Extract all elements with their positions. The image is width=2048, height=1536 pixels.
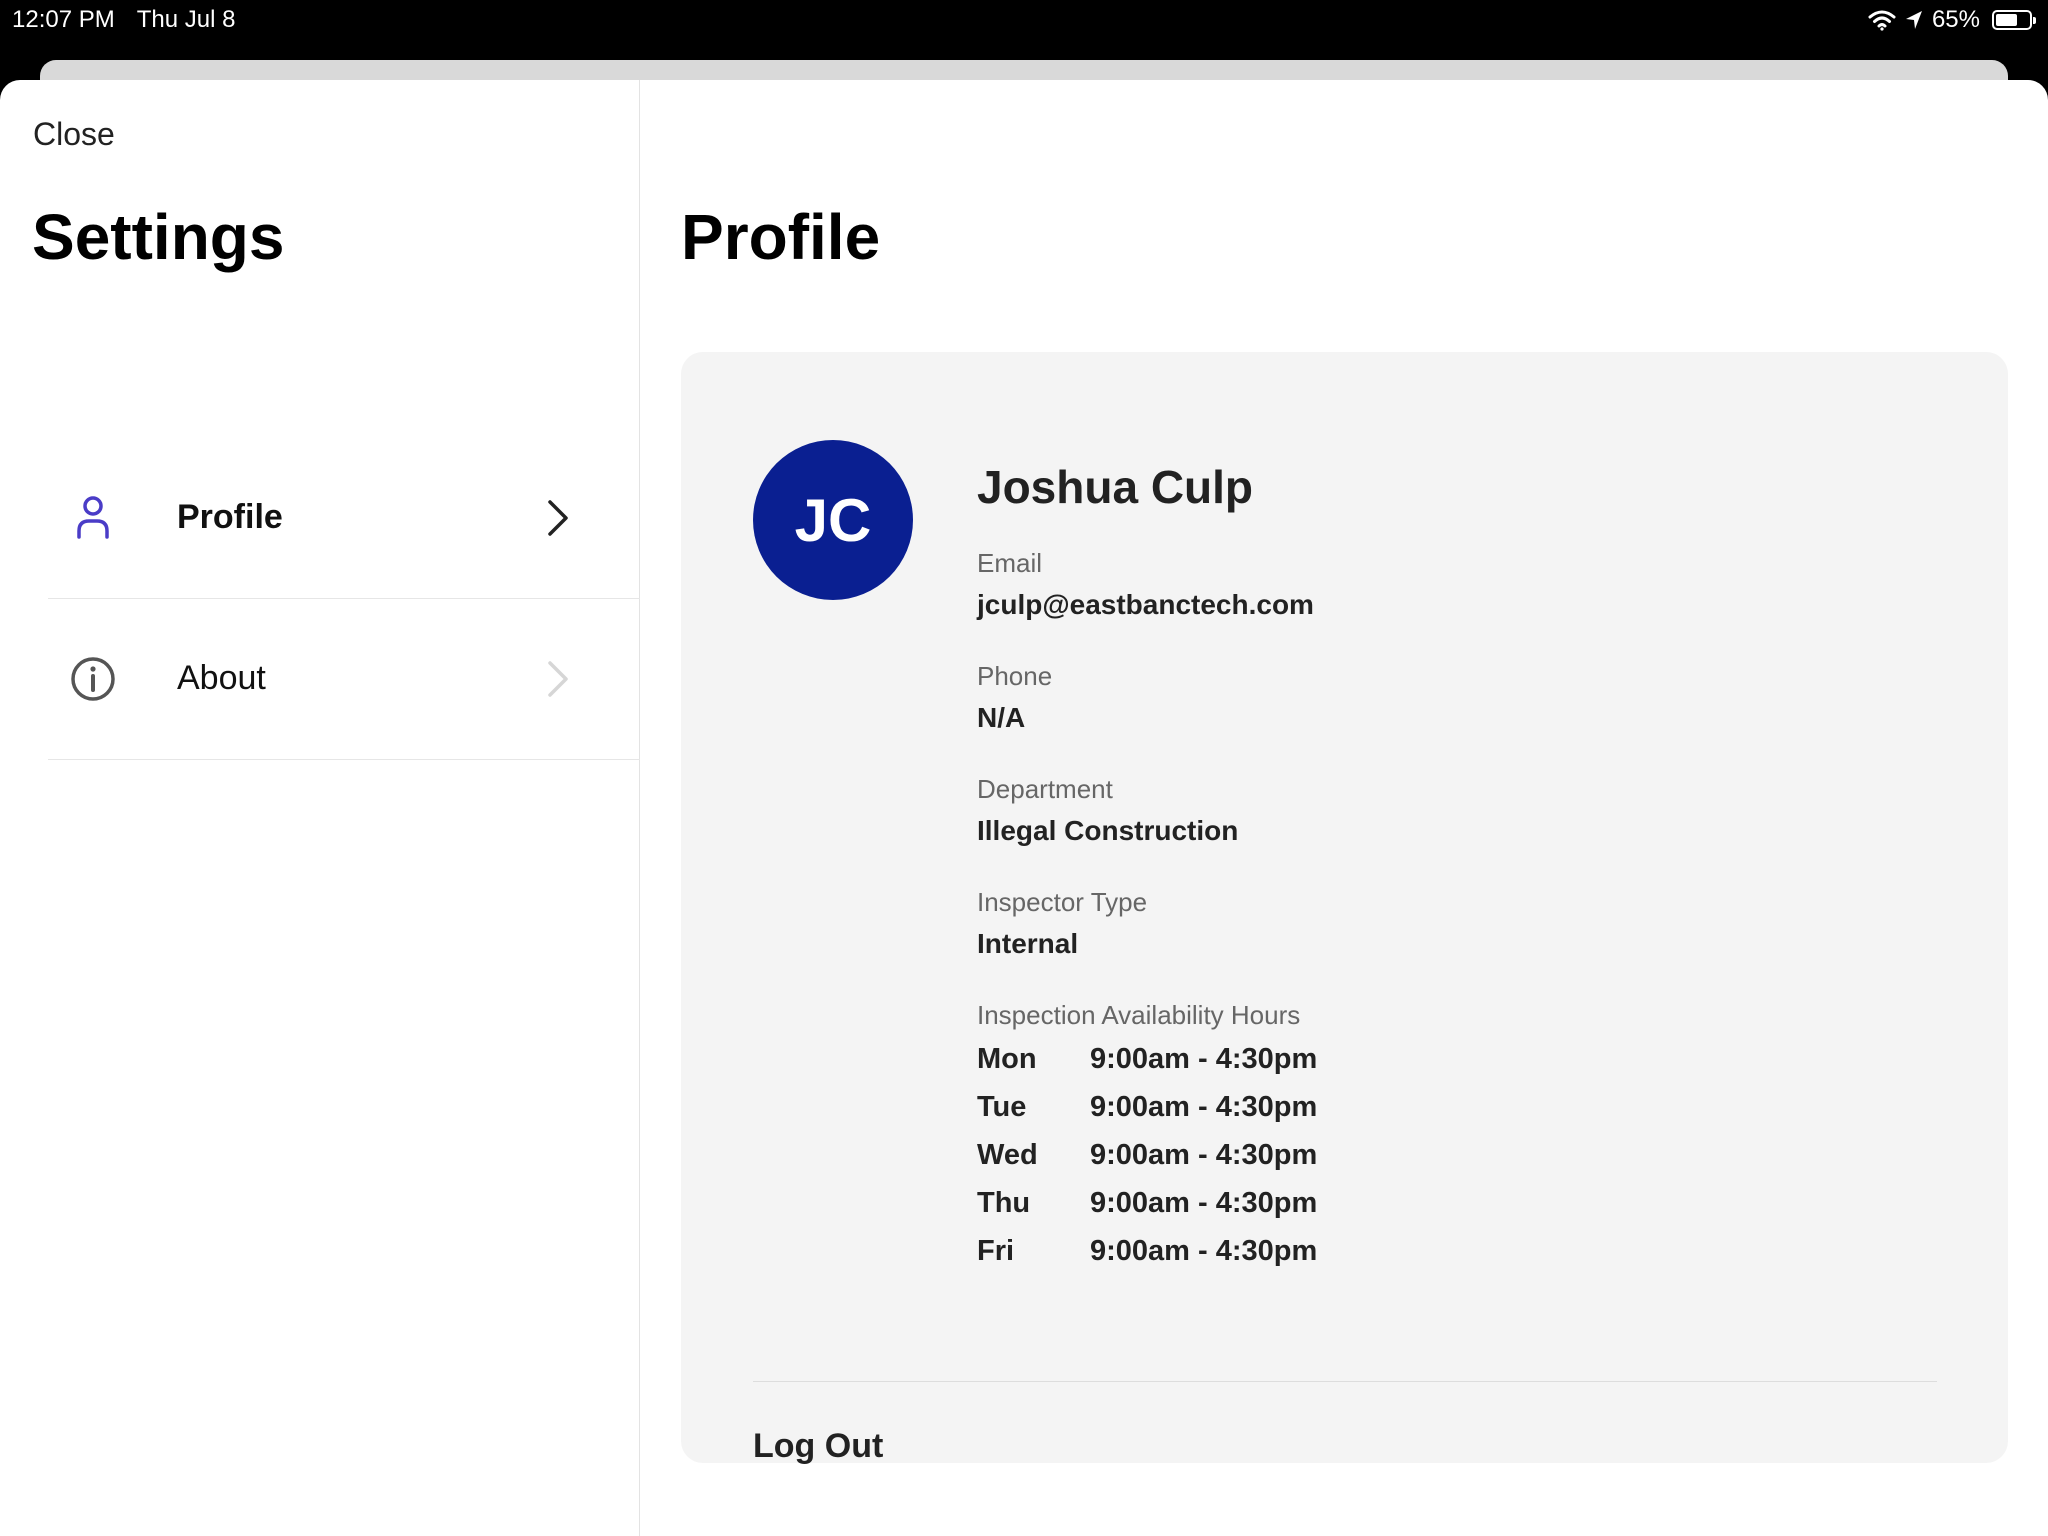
sidebar-item-label: About bbox=[177, 659, 266, 697]
hours-time: 9:00am - 4:30pm bbox=[1090, 1138, 1318, 1171]
hours-day: Fri bbox=[977, 1234, 1015, 1267]
hours-row: Wed 9:00am - 4:30pm bbox=[977, 1131, 1317, 1179]
status-date: Thu Jul 8 bbox=[136, 6, 236, 33]
divider bbox=[753, 1381, 1937, 1382]
phone-value: N/A bbox=[977, 702, 1026, 733]
settings-nav: Profile About bbox=[48, 438, 640, 760]
department-label: Department bbox=[977, 774, 1113, 804]
hours-time: 9:00am - 4:30pm bbox=[1090, 1186, 1318, 1219]
status-bar: 12:07 PM Thu Jul 8 65% bbox=[0, 0, 2048, 60]
main-panel: Profile JC Joshua Culp Email jculp@eastb… bbox=[641, 80, 2048, 1536]
battery-fill bbox=[1996, 14, 2017, 26]
sidebar-item-label: Profile bbox=[177, 498, 283, 536]
info-icon bbox=[71, 657, 115, 701]
hours-row: Fri 9:00am - 4:30pm bbox=[977, 1227, 1317, 1275]
email-label: Email bbox=[977, 548, 1043, 578]
page-title: Profile bbox=[681, 201, 881, 273]
profile-info: Joshua Culp Email jculp@eastbanctech.com… bbox=[977, 460, 1317, 1275]
hours-day: Tue bbox=[977, 1090, 1027, 1123]
availability-hours-list: Mon 9:00am - 4:30pm Tue 9:00am - 4:30pm … bbox=[977, 1035, 1317, 1275]
wifi-icon bbox=[1868, 10, 1896, 31]
inspector-type-label: Inspector Type bbox=[977, 887, 1148, 917]
chevron-right-icon bbox=[548, 661, 568, 697]
hours-row: Mon 9:00am - 4:30pm bbox=[977, 1035, 1317, 1083]
department-value: Illegal Construction bbox=[977, 815, 1239, 846]
hours-time: 9:00am - 4:30pm bbox=[1090, 1234, 1318, 1267]
phone-label: Phone bbox=[977, 661, 1053, 691]
hours-row: Tue 9:00am - 4:30pm bbox=[977, 1083, 1317, 1131]
profile-card: JC Joshua Culp Email jculp@eastbanctech.… bbox=[681, 352, 2008, 1466]
battery-percent: 65% bbox=[1931, 6, 1980, 33]
sidebar-item-about[interactable]: About bbox=[48, 599, 640, 760]
location-arrow-icon bbox=[1905, 11, 1922, 29]
hours-day: Mon bbox=[977, 1042, 1037, 1075]
hours-day: Wed bbox=[977, 1138, 1038, 1171]
logout-button[interactable]: Log Out bbox=[753, 1427, 883, 1466]
email-value: jculp@eastbanctech.com bbox=[977, 589, 1314, 620]
settings-sheet: Close Settings Profile About Profile JC … bbox=[0, 80, 2048, 1536]
hours-time: 9:00am - 4:30pm bbox=[1090, 1042, 1318, 1075]
chevron-right-icon bbox=[548, 500, 568, 536]
close-button[interactable]: Close bbox=[33, 116, 115, 153]
avatar: JC bbox=[753, 440, 913, 600]
hours-time: 9:00am - 4:30pm bbox=[1090, 1090, 1318, 1123]
sidebar: Close Settings Profile About bbox=[0, 80, 640, 1536]
inspector-type-value: Internal bbox=[977, 928, 1079, 959]
hours-day: Thu bbox=[977, 1186, 1031, 1219]
sidebar-title: Settings bbox=[32, 201, 285, 273]
sidebar-item-profile[interactable]: Profile bbox=[48, 438, 640, 599]
status-time: 12:07 PM bbox=[12, 6, 115, 33]
hours-row: Thu 9:00am - 4:30pm bbox=[977, 1179, 1317, 1227]
battery-icon bbox=[1992, 10, 2036, 30]
availability-hours-label: Inspection Availability Hours bbox=[977, 1000, 1301, 1030]
profile-name: Joshua Culp bbox=[977, 461, 1254, 513]
person-icon bbox=[77, 496, 109, 539]
